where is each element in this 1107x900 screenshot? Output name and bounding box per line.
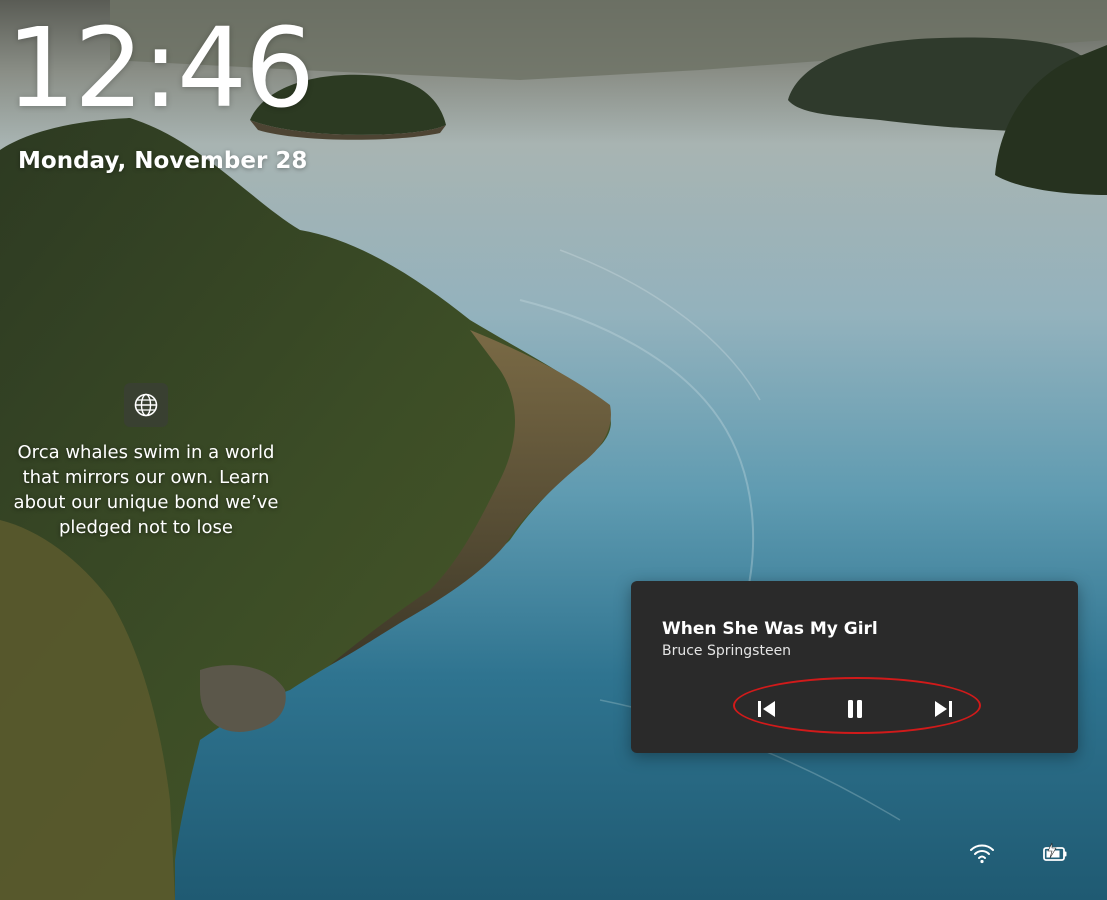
spotlight-info-button[interactable]: [124, 383, 168, 427]
media-controls-panel: When She Was My Girl Bruce Springsteen: [631, 581, 1078, 753]
controls-highlight-annotation: [733, 677, 981, 734]
battery-charging-icon: [1043, 842, 1067, 861]
lock-clock: 12:46: [6, 4, 315, 132]
lock-date: Monday, November 28: [18, 148, 308, 174]
wifi-icon: [970, 844, 994, 864]
spotlight-description[interactable]: Orca whales swim in a world that mirrors…: [0, 440, 292, 540]
song-artist: Bruce Springsteen: [662, 643, 792, 659]
globe-icon: [134, 393, 158, 417]
lock-screen: 12:46 Monday, November 28 Orca whales sw…: [0, 0, 1107, 900]
song-title: When She Was My Girl: [662, 619, 878, 639]
battery-status[interactable]: [1041, 840, 1069, 866]
wifi-status[interactable]: [968, 840, 996, 866]
